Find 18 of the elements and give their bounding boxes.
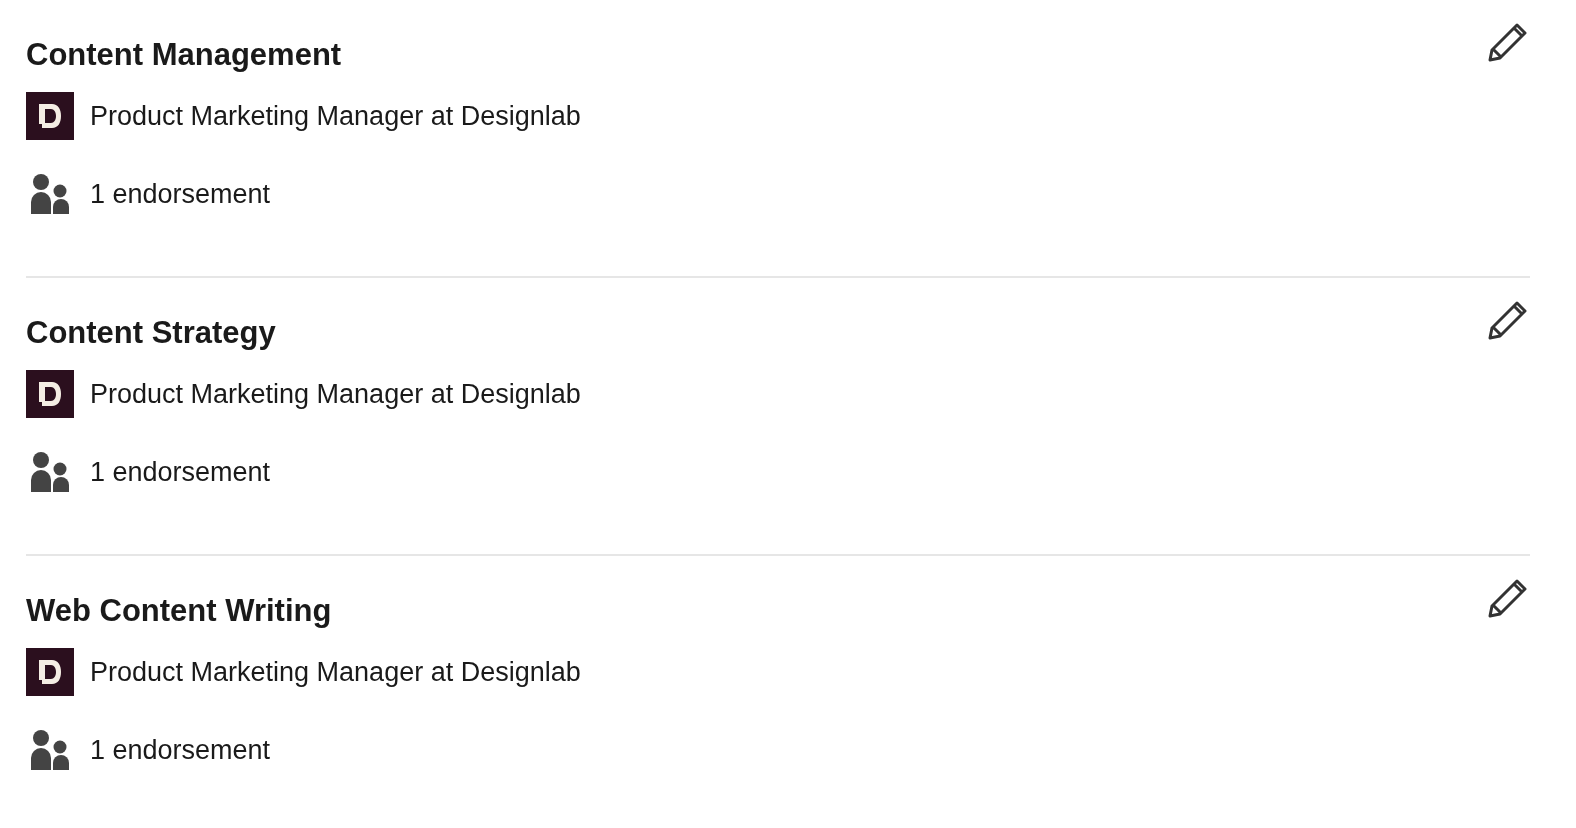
- endorsement-count: 1 endorsement: [90, 734, 271, 767]
- skill-title: Content Management: [26, 36, 342, 74]
- endorsement-count: 1 endorsement: [90, 456, 271, 489]
- people-icon: [31, 730, 69, 770]
- people-icon: [31, 452, 69, 492]
- pencil-icon: [1487, 21, 1529, 63]
- experience-text: Product Marketing Manager at Designlab: [90, 100, 581, 133]
- experience-text: Product Marketing Manager at Designlab: [90, 378, 581, 411]
- skill-title: Content Strategy: [26, 314, 276, 352]
- pencil-icon: [1487, 299, 1529, 341]
- experience-text: Product Marketing Manager at Designlab: [90, 656, 581, 689]
- company-logo-icon: [26, 370, 74, 418]
- company-logo-icon: [26, 92, 74, 140]
- endorsement-count: 1 endorsement: [90, 178, 271, 211]
- people-icon: [31, 174, 69, 214]
- skill-title: Web Content Writing: [26, 592, 332, 630]
- pencil-icon: [1487, 577, 1529, 619]
- company-logo-icon: [26, 648, 74, 696]
